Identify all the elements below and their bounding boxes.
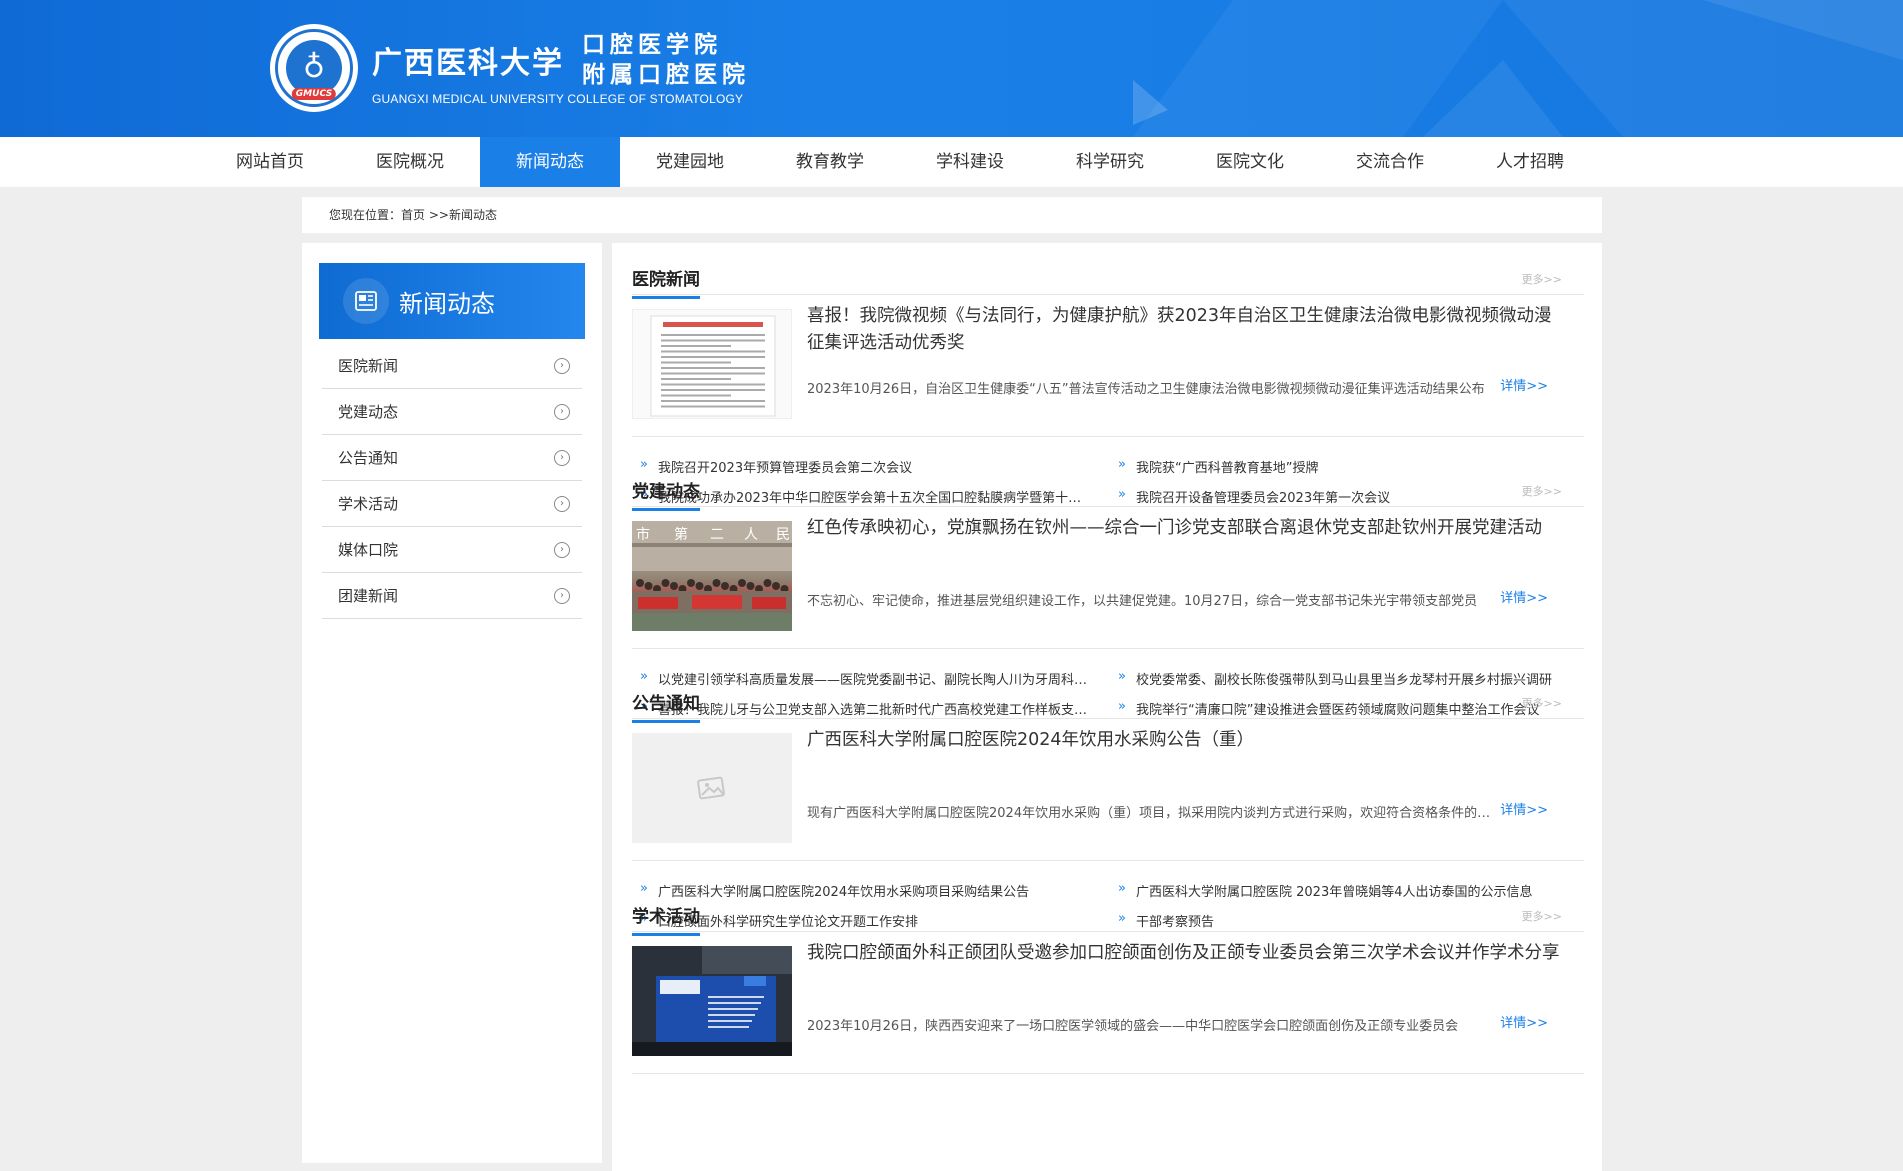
banner-decoration [1133,0,1903,137]
article-title[interactable]: 红色传承映初心，党旗飘扬在钦州——综合一门诊党支部联合离退休党支部赴钦州开展党建… [807,515,1567,542]
university-seal: ♁ GMUCS [270,24,358,112]
svg-text:二: 二 [710,527,724,543]
section-title[interactable]: 党建动态 [632,477,700,511]
more-link[interactable]: 更多>> [1522,908,1562,924]
detail-link[interactable]: 详情>> [1500,375,1548,394]
breadcrumb-current: 新闻动态 [448,208,497,222]
chevron-right-icon: › [554,587,570,604]
detail-link[interactable]: 详情>> [1500,587,1548,606]
detail-link[interactable]: 详情>> [1500,799,1548,818]
sidebar-item-label: 公告通知 [338,449,399,467]
article-thumbnail[interactable]: 市第二人民 [632,521,792,631]
more-link[interactable]: 更多>> [1522,271,1562,287]
main-content: 医院新闻 更多>> 喜报！我院微视频《与法同行，为健康护航》获2023年自治区卫生健… [612,243,1602,1171]
nav-item[interactable]: 医院概况 [340,137,480,187]
sidebar-item[interactable]: 医院新闻 › [322,343,582,389]
site-logo[interactable]: ♁ GMUCS 广西医科大学 口腔医学院 附属口腔医院 GUANGXI MEDI… [270,24,750,112]
svg-text:第: 第 [674,526,688,543]
section-title[interactable]: 学术活动 [632,902,700,936]
article-thumbnail[interactable] [632,733,792,843]
english-name: GUANGXI MEDICAL UNIVERSITY COLLEGE OF ST… [372,92,744,106]
article-summary: 2023年10月26日，自治区卫生健康委“八五”普法宣传活动之卫生健康法治微电影… [807,382,1485,397]
nav-item[interactable]: 科学研究 [1040,137,1180,187]
chevron-right-icon: › [554,495,570,512]
nav-item[interactable]: 党建园地 [620,137,760,187]
nav-item[interactable]: 教育教学 [760,137,900,187]
section-title[interactable]: 医院新闻 [632,265,700,299]
image-placeholder-icon [697,776,725,800]
article-thumbnail[interactable] [632,309,792,419]
nav-item[interactable]: 学科建设 [900,137,1040,187]
nav-item[interactable]: 交流合作 [1320,137,1460,187]
svg-text:民: 民 [776,527,790,543]
sidebar-item[interactable]: 学术活动 › [322,481,582,527]
sidebar-item-label: 学术活动 [338,495,399,513]
breadcrumb-home-link[interactable]: 首页 [401,208,425,222]
section-header: 学术活动 更多>> [632,892,1584,936]
article-title[interactable]: 广西医科大学附属口腔医院2024年饮用水采购公告（重） [807,727,1567,754]
college-name-line2: 附属口腔医院 [582,62,750,88]
nav-item[interactable]: 医院文化 [1180,137,1320,187]
article-summary: 不忘初心、牢记使命，推进基层党组织建设工作，以共建促党建。10月27日，综合一党… [807,594,1478,609]
nav-item[interactable]: 新闻动态 [480,137,620,187]
article-title[interactable]: 我院口腔颌面外科正颌团队受邀参加口腔颌面创伤及正颌专业委员会第三次学术会议并作学… [807,940,1567,967]
svg-text:市: 市 [636,526,650,543]
article-summary: 现有广西医科大学附属口腔医院2024年饮用水采购（重）项目，拟采用院内谈判方式进… [807,806,1497,821]
sidebar-item[interactable]: 媒体口院 › [322,527,582,573]
breadcrumb: 您现在位置：首页 >>新闻动态 [302,197,1602,233]
sidebar-item[interactable]: 公告通知 › [322,435,582,481]
sidebar-item-label: 媒体口院 [338,541,399,559]
featured-article: 广西医科大学附属口腔医院2024年饮用水采购公告（重） 现有广西医科大学附属口腔医… [632,719,1584,861]
college-name-line1: 口腔医学院 [582,32,722,58]
featured-article: 我院口腔颌面外科正颌团队受邀参加口腔颌面创伤及正颌专业委员会第三次学术会议并作学… [632,932,1584,1074]
sidebar-item[interactable]: 团建新闻 › [322,573,582,619]
sidebar-title: 新闻动态 [399,289,495,318]
sidebar-item-label: 党建动态 [338,403,399,421]
university-name: 广西医科大学 [372,46,564,81]
chevron-right-icon: › [554,541,570,558]
featured-article: 市 第 二 人 民 红色传承映初心，党旗飘扬在钦州——综合一门诊党支部联合离退休党支部赴钦… [632,507,1584,649]
breadcrumb-separator: >> [425,208,449,222]
news-section: 学术活动 更多>> 我院口腔颌面外科正颌团队受邀参加口腔颌面创伤及正颌专业委员会第三… [632,892,1584,1074]
nav-item[interactable]: 网站首页 [200,137,340,187]
article-summary: 2023年10月26日，陕西西安迎来了一场口腔医学领域的盛会——中华口腔医学会口… [807,1019,1459,1034]
sidebar: 新闻动态 医院新闻 › 党建动态 › 公告通知 › 学术活动 › 媒体口院 › 团建新闻 › [302,243,602,1163]
sidebar-item-label: 团建新闻 [338,587,399,605]
sidebar-item[interactable]: 党建动态 › [322,389,582,435]
more-link[interactable]: 更多>> [1522,695,1562,711]
section-header: 党建动态 更多>> [632,467,1584,511]
section-title[interactable]: 公告通知 [632,689,700,723]
more-link[interactable]: 更多>> [1522,483,1562,499]
sidebar-item-label: 医院新闻 [338,357,399,375]
section-header: 公告通知 更多>> [632,679,1584,723]
sidebar-header: 新闻动态 [319,263,585,339]
article-title[interactable]: 喜报！我院微视频《与法同行，为健康护航》获2023年自治区卫生健康法治微电影微视… [807,303,1567,357]
nav-item[interactable]: 人才招聘 [1460,137,1600,187]
detail-link[interactable]: 详情>> [1500,1012,1548,1031]
featured-article: 喜报！我院微视频《与法同行，为健康护航》获2023年自治区卫生健康法治微电影微视… [632,295,1584,437]
section-header: 医院新闻 更多>> [632,255,1584,299]
chevron-right-icon: › [554,449,570,466]
sidebar-menu: 医院新闻 › 党建动态 › 公告通知 › 学术活动 › 媒体口院 › 团建新闻 › [322,343,582,619]
header-banner: ♁ GMUCS 广西医科大学 口腔医学院 附属口腔医院 GUANGXI MEDI… [0,0,1903,137]
article-thumbnail[interactable] [632,946,792,1056]
chevron-right-icon: › [554,357,570,374]
newspaper-icon [343,278,389,324]
breadcrumb-prefix: 您现在位置： [329,208,402,222]
tooth-icon: ♁ [303,50,325,85]
logo-badge: GMUCS [291,88,337,100]
chevron-right-icon: › [554,403,570,420]
main-nav: 网站首页 医院概况 新闻动态 党建园地 教育教学 学科建设 科学研究 医院文化 交流合作 人才招聘 [0,137,1903,187]
svg-text:人: 人 [744,527,758,543]
